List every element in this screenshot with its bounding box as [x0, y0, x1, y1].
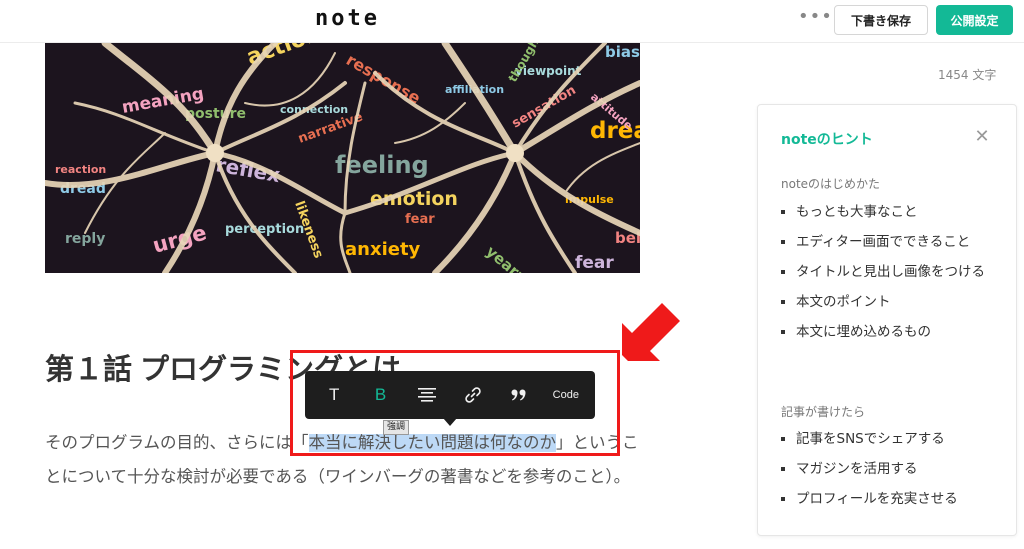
- hero-word: fear: [405, 212, 435, 227]
- more-options-button[interactable]: •••: [798, 8, 832, 31]
- hint-list-after-writing: 記事をSNSでシェアする マガジンを活用する プロフィールを充実させる: [781, 427, 996, 517]
- code-button[interactable]: Code: [546, 379, 586, 411]
- character-count: 1454 文字: [938, 68, 997, 82]
- hint-link[interactable]: もっとも大事なこと: [781, 200, 996, 224]
- body-text-before: そのプログラムの目的、さらには「: [45, 434, 309, 452]
- selected-text[interactable]: 本当に解決したい問題は何なのか: [308, 434, 557, 452]
- hero-word: anxiety: [345, 239, 421, 260]
- align-center-button[interactable]: [407, 379, 447, 411]
- bold-tooltip: 強調: [383, 420, 410, 435]
- close-icon[interactable]: ✕: [972, 127, 992, 147]
- hint-link[interactable]: 本文に埋め込めるもの: [781, 320, 996, 344]
- hint-link[interactable]: タイトルと見出し画像をつける: [781, 260, 996, 284]
- hint-panel: noteのヒント ✕ noteのはじめかた もっとも大事なこと エディター画面で…: [757, 104, 1017, 536]
- hero-word: fear: [575, 253, 614, 273]
- hint-panel-title: noteのヒント: [781, 132, 873, 148]
- hint-link[interactable]: エディター画面でできること: [781, 230, 996, 254]
- hint-link[interactable]: マガジンを活用する: [781, 457, 996, 481]
- note-logo[interactable]: note: [315, 6, 380, 31]
- hint-section-title: noteのはじめかた: [781, 177, 881, 191]
- text-style-button[interactable]: T: [314, 379, 354, 411]
- hint-link[interactable]: 本文のポイント: [781, 290, 996, 314]
- hint-section-title: 記事が書けたら: [781, 405, 866, 419]
- bold-button[interactable]: B: [360, 379, 400, 411]
- top-header: note ••• 下書き保存 公開設定: [0, 0, 1024, 43]
- quote-icon: [511, 389, 526, 401]
- header-image[interactable]: actionresponsebiasmeaningviewpointdreadp…: [45, 43, 640, 273]
- publish-settings-button[interactable]: 公開設定: [936, 5, 1013, 35]
- article-body-paragraph[interactable]: そのプログラムの目的、さらには「本当に解決したい問題は何なのか」ということについ…: [45, 426, 645, 494]
- toolbar-caret: [443, 418, 457, 426]
- hint-link[interactable]: プロフィールを充実させる: [781, 487, 996, 511]
- hero-word: bias: [605, 43, 640, 61]
- neuron-word-cloud-image: actionresponsebiasmeaningviewpointdreadp…: [45, 43, 640, 273]
- hint-list-getting-started: もっとも大事なこと エディター画面でできること タイトルと見出し画像をつける 本…: [781, 200, 996, 350]
- align-center-icon: [417, 388, 436, 402]
- hint-link[interactable]: 記事をSNSでシェアする: [781, 427, 996, 451]
- quote-button[interactable]: [499, 379, 539, 411]
- hero-word: perception: [225, 222, 304, 237]
- formatting-toolbar: T B Code: [305, 371, 595, 419]
- hero-word: reaction: [55, 163, 106, 176]
- save-draft-button[interactable]: 下書き保存: [834, 5, 928, 35]
- link-icon: [465, 387, 481, 403]
- annotation-arrow-icon: [622, 303, 680, 361]
- link-button[interactable]: [453, 379, 493, 411]
